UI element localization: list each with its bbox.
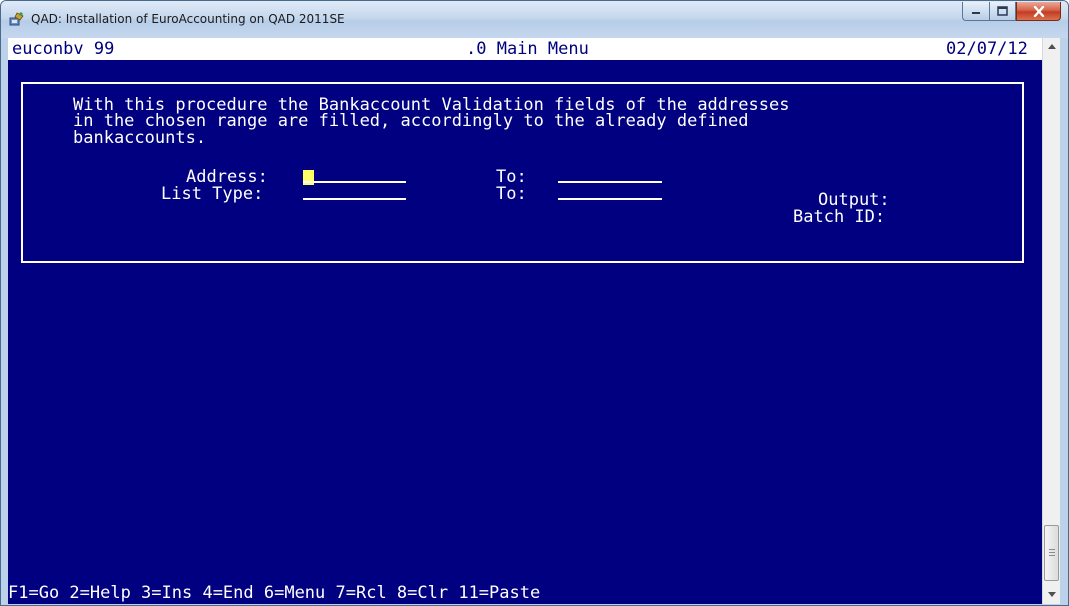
close-button[interactable]: [1016, 2, 1061, 21]
qad-app-icon: [9, 12, 24, 26]
minimize-button[interactable]: [962, 2, 989, 21]
vertical-scrollbar[interactable]: [1042, 38, 1060, 604]
maximize-button[interactable]: [989, 2, 1016, 21]
address-to-input[interactable]: [558, 169, 662, 186]
header-date: 02/07/12: [946, 39, 1028, 59]
minimize-icon: [972, 12, 980, 14]
window-title: QAD: Installation of EuroAccounting on Q…: [31, 12, 345, 26]
list-type-to-input[interactable]: [558, 186, 662, 203]
scroll-up-button[interactable]: [1043, 38, 1060, 55]
title-bar[interactable]: QAD: Installation of EuroAccounting on Q…: [1, 1, 1068, 38]
client-area: euconbv 99 .0 Main Menu 02/07/12 With th…: [8, 38, 1060, 604]
terminal-screen[interactable]: euconbv 99 .0 Main Menu 02/07/12 With th…: [8, 38, 1042, 604]
list-type-to-label: To:: [496, 184, 527, 204]
maximize-icon: [997, 6, 1008, 16]
scroll-down-button[interactable]: [1043, 586, 1060, 603]
description-line-3: bankaccounts.: [73, 128, 207, 148]
function-key-bar: F1=Go 2=Help 3=Ins 4=End 6=Menu 7=Rcl 8=…: [8, 583, 541, 603]
address-input[interactable]: [303, 169, 406, 186]
list-type-input[interactable]: [303, 186, 406, 203]
chevron-down-icon: [1047, 592, 1056, 597]
window-controls: [962, 2, 1061, 22]
app-window: QAD: Installation of EuroAccounting on Q…: [0, 0, 1069, 606]
menu-title: .0 Main Menu: [466, 39, 589, 59]
close-icon: [1033, 5, 1044, 17]
header-bar: euconbv 99 .0 Main Menu 02/07/12: [8, 38, 1042, 62]
scrollbar-thumb[interactable]: [1044, 525, 1059, 581]
procedure-frame: With this procedure the Bankaccount Vali…: [21, 82, 1024, 263]
chevron-up-icon: [1047, 44, 1056, 49]
program-id: euconbv 99: [12, 39, 115, 59]
list-type-label: List Type:: [161, 184, 264, 204]
batch-id-label: Batch ID:: [793, 207, 886, 227]
